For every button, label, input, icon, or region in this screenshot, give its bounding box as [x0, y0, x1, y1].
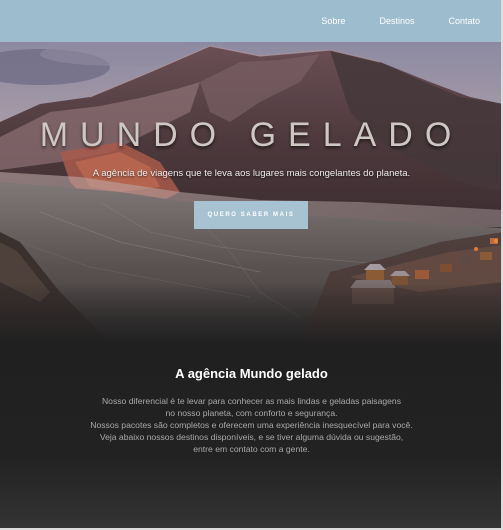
about-line: Nosso diferencial é te levar para conhec…	[101, 396, 402, 406]
hero-section: MUNDO GELADO A agência de viagens que te…	[0, 42, 503, 347]
about-line: Veja abaixo nossos destinos disponíveis,…	[99, 432, 404, 442]
about-description: Nosso diferencial é te levar para conhec…	[0, 395, 503, 455]
nav-link-contato[interactable]: Contato	[431, 0, 503, 42]
about-line: entre em contato com a gente.	[193, 444, 310, 454]
hero-subtitle: A agência de viagens que te leva aos lug…	[92, 168, 411, 179]
about-line: Nossos pacotes são completos e oferecem …	[90, 420, 413, 430]
page: Sobre Destinos Contato MUNDO GELADO A ag…	[0, 0, 503, 530]
nav-link-sobre[interactable]: Sobre	[304, 0, 362, 42]
main-nav: Sobre Destinos Contato	[304, 0, 503, 42]
about-heading: A agência Mundo gelado	[175, 366, 328, 381]
about-section: A agência Mundo gelado Nosso diferencial…	[0, 347, 503, 530]
nav-link-destinos[interactable]: Destinos	[362, 0, 431, 42]
site-header: Sobre Destinos Contato	[0, 0, 503, 42]
hero-background-image	[0, 42, 503, 347]
cta-button[interactable]: QUERO SABER MAIS	[194, 201, 308, 229]
about-line: no nosso planeta, com conforto e seguran…	[165, 408, 338, 418]
hero-title: MUNDO GELADO	[39, 116, 464, 154]
